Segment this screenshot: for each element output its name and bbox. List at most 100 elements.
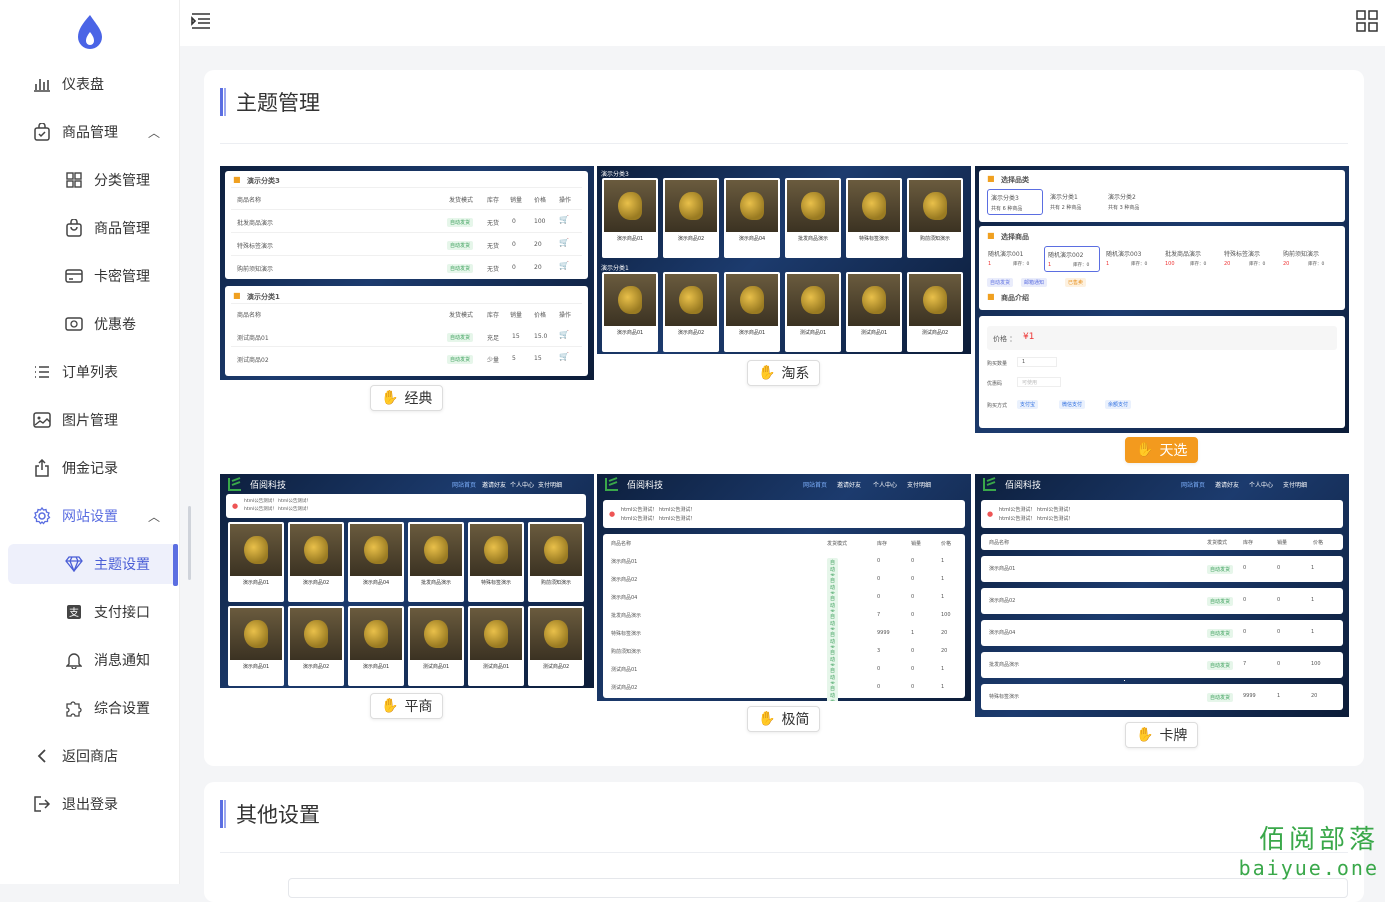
category-option-selected[interactable]: 演示分类3 共有 6 种商品	[987, 189, 1043, 215]
product-card[interactable]: 测试商品02	[907, 272, 963, 352]
sidebar-item-logout[interactable]: 退出登录	[0, 784, 180, 824]
product-card[interactable]: 演示商品02	[663, 272, 719, 352]
nav-link: 支付明细	[907, 480, 931, 489]
theme-preview-classic[interactable]: ■ 演示分类3 商品名称 发货模式 库存 销量 价格 操作 批发商品演示 自动发…	[220, 166, 594, 380]
select-theme-button[interactable]: ✋天选	[1125, 437, 1198, 463]
coupon-input[interactable]: 可使用	[1017, 377, 1061, 387]
goods-option[interactable]: 随机演示0011库存：0	[985, 246, 1041, 272]
menu-fold-icon[interactable]	[190, 10, 212, 32]
nav-link: 个人中心	[510, 480, 534, 489]
product-card[interactable]: 演示商品01	[228, 522, 284, 602]
sidebar-item-notify[interactable]: 消息通知	[0, 640, 180, 680]
sidebar-item-commission[interactable]: 佣金记录	[0, 448, 180, 488]
product-card[interactable]: 测试商品01	[785, 272, 841, 352]
sidebar-item-goods[interactable]: 商品管理	[0, 208, 180, 248]
sidebar-item-theme-settings[interactable]: 主题设置	[8, 544, 178, 584]
category-option[interactable]: 演示分类2 共有 3 种商品	[1105, 189, 1161, 215]
goods-card[interactable]: 演示商品01自动发货001	[981, 556, 1343, 582]
product-card[interactable]: 演示商品01	[228, 606, 284, 686]
sidebar-item-dashboard[interactable]: 仪表盘	[0, 64, 180, 104]
pay-alipay-button[interactable]: 支付宝	[1017, 400, 1038, 409]
card-cell: 0	[1243, 597, 1246, 603]
product-card[interactable]: 批发商品演示	[785, 178, 841, 258]
product-name: 演示商品02	[663, 235, 719, 242]
sidebar-item-orders[interactable]: 订单列表	[0, 352, 180, 392]
col-header: 商品名称	[989, 539, 1009, 546]
goods-option[interactable]: 购前须知演示20库存：0	[1280, 246, 1336, 272]
select-theme-button[interactable]: ✋经典	[370, 385, 443, 411]
theme-preview-taoxi[interactable]: 演示分类3 演示商品01演示商品02演示商品04批发商品演示特殊标签演示购前须知…	[597, 166, 971, 354]
list-icon	[32, 362, 52, 382]
product-card[interactable]: 演示商品01	[724, 272, 780, 352]
product-card[interactable]: 演示商品04	[724, 178, 780, 258]
product-card[interactable]: 演示商品01	[602, 178, 658, 258]
pay-balance-button[interactable]: 余额支付	[1105, 400, 1131, 409]
goods-option[interactable]: 批发商品演示100库存：0	[1162, 246, 1218, 272]
goods-card[interactable]: 演示商品04自动发货001	[981, 620, 1343, 646]
qty-stepper[interactable]: 1	[1017, 357, 1057, 367]
product-card[interactable]: 演示商品02	[288, 606, 344, 686]
goods-option[interactable]: 随机演示0031库存：0	[1103, 246, 1159, 272]
category-name: 演示分类3	[601, 169, 629, 178]
select-theme-button[interactable]: ✋极简	[747, 706, 820, 732]
sidebar: 仪表盘 商品管理 ︿ 分类管理 商品管理 卡密管理 优惠卷 订单列表 图片管理 …	[0, 0, 180, 884]
nav-link: 个人中心	[1249, 480, 1273, 489]
theme-card-title: 主题管理	[236, 87, 320, 117]
sidebar-item-site-settings[interactable]: 网站设置 ︿	[0, 496, 180, 536]
sidebar-item-cards[interactable]: 卡密管理	[0, 256, 180, 296]
cell-stock: 充足	[487, 333, 499, 342]
sidebar-item-back-shop[interactable]: 返回商店	[0, 736, 180, 776]
goods-option-selected[interactable]: 随机演示0021库存：0	[1044, 246, 1100, 272]
product-card[interactable]: 购前须知演示	[528, 522, 584, 602]
cell-sales: 5	[512, 355, 516, 362]
card-cell: 0	[1277, 661, 1280, 667]
sidebar-scrollbar[interactable]	[188, 506, 191, 580]
product-image	[909, 274, 961, 326]
theme-preview-tianxuan[interactable]: ■ 选择品类 演示分类3 共有 6 种商品 演示分类1 共有 2 种商品 演示分…	[975, 166, 1349, 433]
nav-link: 邀请好友	[482, 480, 506, 489]
title-accent-bar	[220, 800, 226, 828]
theme-preview-pingshang[interactable]: 佰阅科技 网站首页 邀请好友 个人中心 支付明细 ● html公告测试！ htm…	[220, 474, 594, 688]
pay-wechat-button[interactable]: 微信支付	[1059, 400, 1085, 409]
category-option[interactable]: 演示分类1 共有 2 种商品	[1047, 189, 1103, 215]
goods-card[interactable]: 演示商品02自动发货001	[981, 588, 1343, 614]
product-card[interactable]: 测试商品02	[528, 606, 584, 686]
sidebar-item-images[interactable]: 图片管理	[0, 400, 180, 440]
product-image	[470, 524, 522, 576]
card-cell: 批发商品演示	[989, 661, 1019, 668]
product-card[interactable]: 测试商品01	[408, 606, 464, 686]
settings-field[interactable]	[288, 878, 1348, 898]
cell-sales: 0	[512, 264, 516, 271]
product-card[interactable]: 测试商品01	[846, 272, 902, 352]
product-card[interactable]: 购前须知演示	[907, 178, 963, 258]
product-card[interactable]: 演示商品02	[663, 178, 719, 258]
product-card[interactable]: 演示商品02	[288, 522, 344, 602]
product-card[interactable]: 批发商品演示	[408, 522, 464, 602]
notice-panel: ● html公告测试！ html公告测试！ html公告测试！ html公告测试…	[226, 494, 586, 518]
theme-preview-kapai[interactable]: 佰阅科技 网站首页 邀请好友 个人中心 支付明细 ● html公告测试！ htm…	[975, 474, 1349, 717]
select-theme-button[interactable]: ✋卡牌	[1125, 722, 1198, 748]
goods-option[interactable]: 特殊标签演示20库存：0	[1221, 246, 1277, 272]
product-card[interactable]: 演示商品01	[348, 606, 404, 686]
goods-card[interactable]: 特殊标签演示自动发货9999120	[981, 684, 1343, 710]
goods-card[interactable]: 批发商品演示自动发货70100	[981, 652, 1343, 678]
sidebar-item-goods-group[interactable]: 商品管理 ︿	[0, 112, 180, 152]
sidebar-item-categories[interactable]: 分类管理	[0, 160, 180, 200]
product-card[interactable]: 特殊标签演示	[846, 178, 902, 258]
sidebar-item-coupons[interactable]: 优惠卷	[0, 304, 180, 344]
product-card[interactable]: 演示商品04	[348, 522, 404, 602]
sidebar-item-general[interactable]: 综合设置	[0, 688, 180, 728]
product-card[interactable]: 特殊标签演示	[468, 522, 524, 602]
product-card[interactable]: 测试商品01	[468, 606, 524, 686]
sidebar-item-payment[interactable]: 支 支付接口	[0, 592, 180, 632]
row-divider	[231, 346, 582, 347]
theme-preview-jijian[interactable]: 佰阅科技 网站首页 邀请好友 个人中心 支付明细 ● html公告测试！ htm…	[597, 474, 971, 701]
product-card[interactable]: 演示商品01	[602, 272, 658, 352]
apps-grid-icon[interactable]	[1355, 9, 1379, 33]
table-cell: 购前须知演示	[611, 648, 641, 655]
table-cell: 测试商品02	[611, 684, 637, 691]
select-theme-button[interactable]: ✋淘系	[747, 360, 820, 386]
cell-sales: 0	[512, 241, 516, 248]
product-image	[530, 524, 582, 576]
select-theme-button[interactable]: ✋平商	[370, 693, 443, 719]
